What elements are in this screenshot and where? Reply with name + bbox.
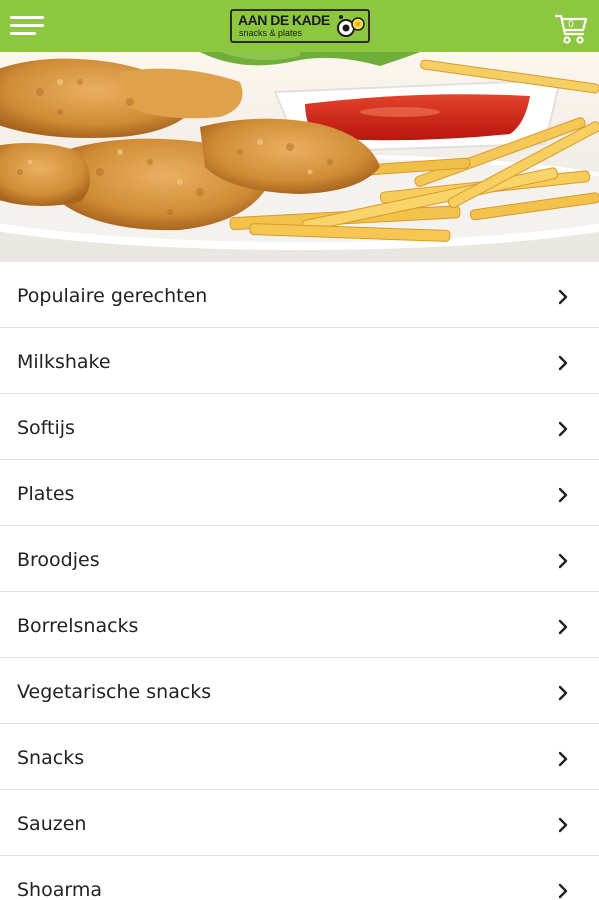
hamburger-menu-icon[interactable] [10, 14, 44, 38]
category-list: Populaire gerechten Milkshake Softijs Pl… [0, 262, 599, 900]
category-item-softijs[interactable]: Softijs [0, 394, 599, 460]
category-item-shoarma[interactable]: Shoarma [0, 856, 599, 900]
food-plate-illustration [0, 52, 599, 262]
category-label: Shoarma [17, 879, 102, 900]
logo-emblem-icon [337, 15, 365, 37]
hero-image [0, 52, 599, 262]
category-item-broodjes[interactable]: Broodjes [0, 526, 599, 592]
category-label: Softijs [17, 417, 75, 439]
category-label: Populaire gerechten [17, 285, 208, 307]
brand-logo[interactable]: AAN DE KADE snacks & plates [230, 9, 370, 43]
category-item-borrelsnacks[interactable]: Borrelsnacks [0, 592, 599, 658]
category-label: Snacks [17, 747, 85, 769]
app-header: AAN DE KADE snacks & plates 0 [0, 0, 599, 52]
category-item-snacks[interactable]: Snacks [0, 724, 599, 790]
category-item-populaire-gerechten[interactable]: Populaire gerechten [0, 262, 599, 328]
logo-subtitle: snacks & plates [239, 28, 303, 38]
category-label: Borrelsnacks [17, 615, 139, 637]
cart-count-badge: 0 [568, 19, 574, 30]
chevron-right-icon [558, 355, 568, 371]
category-item-milkshake[interactable]: Milkshake [0, 328, 599, 394]
chevron-right-icon [558, 619, 568, 635]
logo-title: AAN DE KADE [238, 12, 330, 28]
chevron-right-icon [558, 817, 568, 833]
category-label: Broodjes [17, 549, 100, 571]
shopping-cart-icon[interactable]: 0 [554, 10, 590, 46]
chevron-right-icon [558, 421, 568, 437]
category-label: Milkshake [17, 351, 111, 373]
chevron-right-icon [558, 487, 568, 503]
chevron-right-icon [558, 553, 568, 569]
category-label: Plates [17, 483, 75, 505]
app-screen: AAN DE KADE snacks & plates 0 Populaire … [0, 0, 599, 900]
category-item-plates[interactable]: Plates [0, 460, 599, 526]
chevron-right-icon [558, 289, 568, 305]
chevron-right-icon [558, 883, 568, 899]
chevron-right-icon [558, 685, 568, 701]
category-label: Vegetarische snacks [17, 681, 212, 703]
chevron-right-icon [558, 751, 568, 767]
category-label: Sauzen [17, 813, 87, 835]
category-item-sauzen[interactable]: Sauzen [0, 790, 599, 856]
category-item-vegetarische-snacks[interactable]: Vegetarische snacks [0, 658, 599, 724]
